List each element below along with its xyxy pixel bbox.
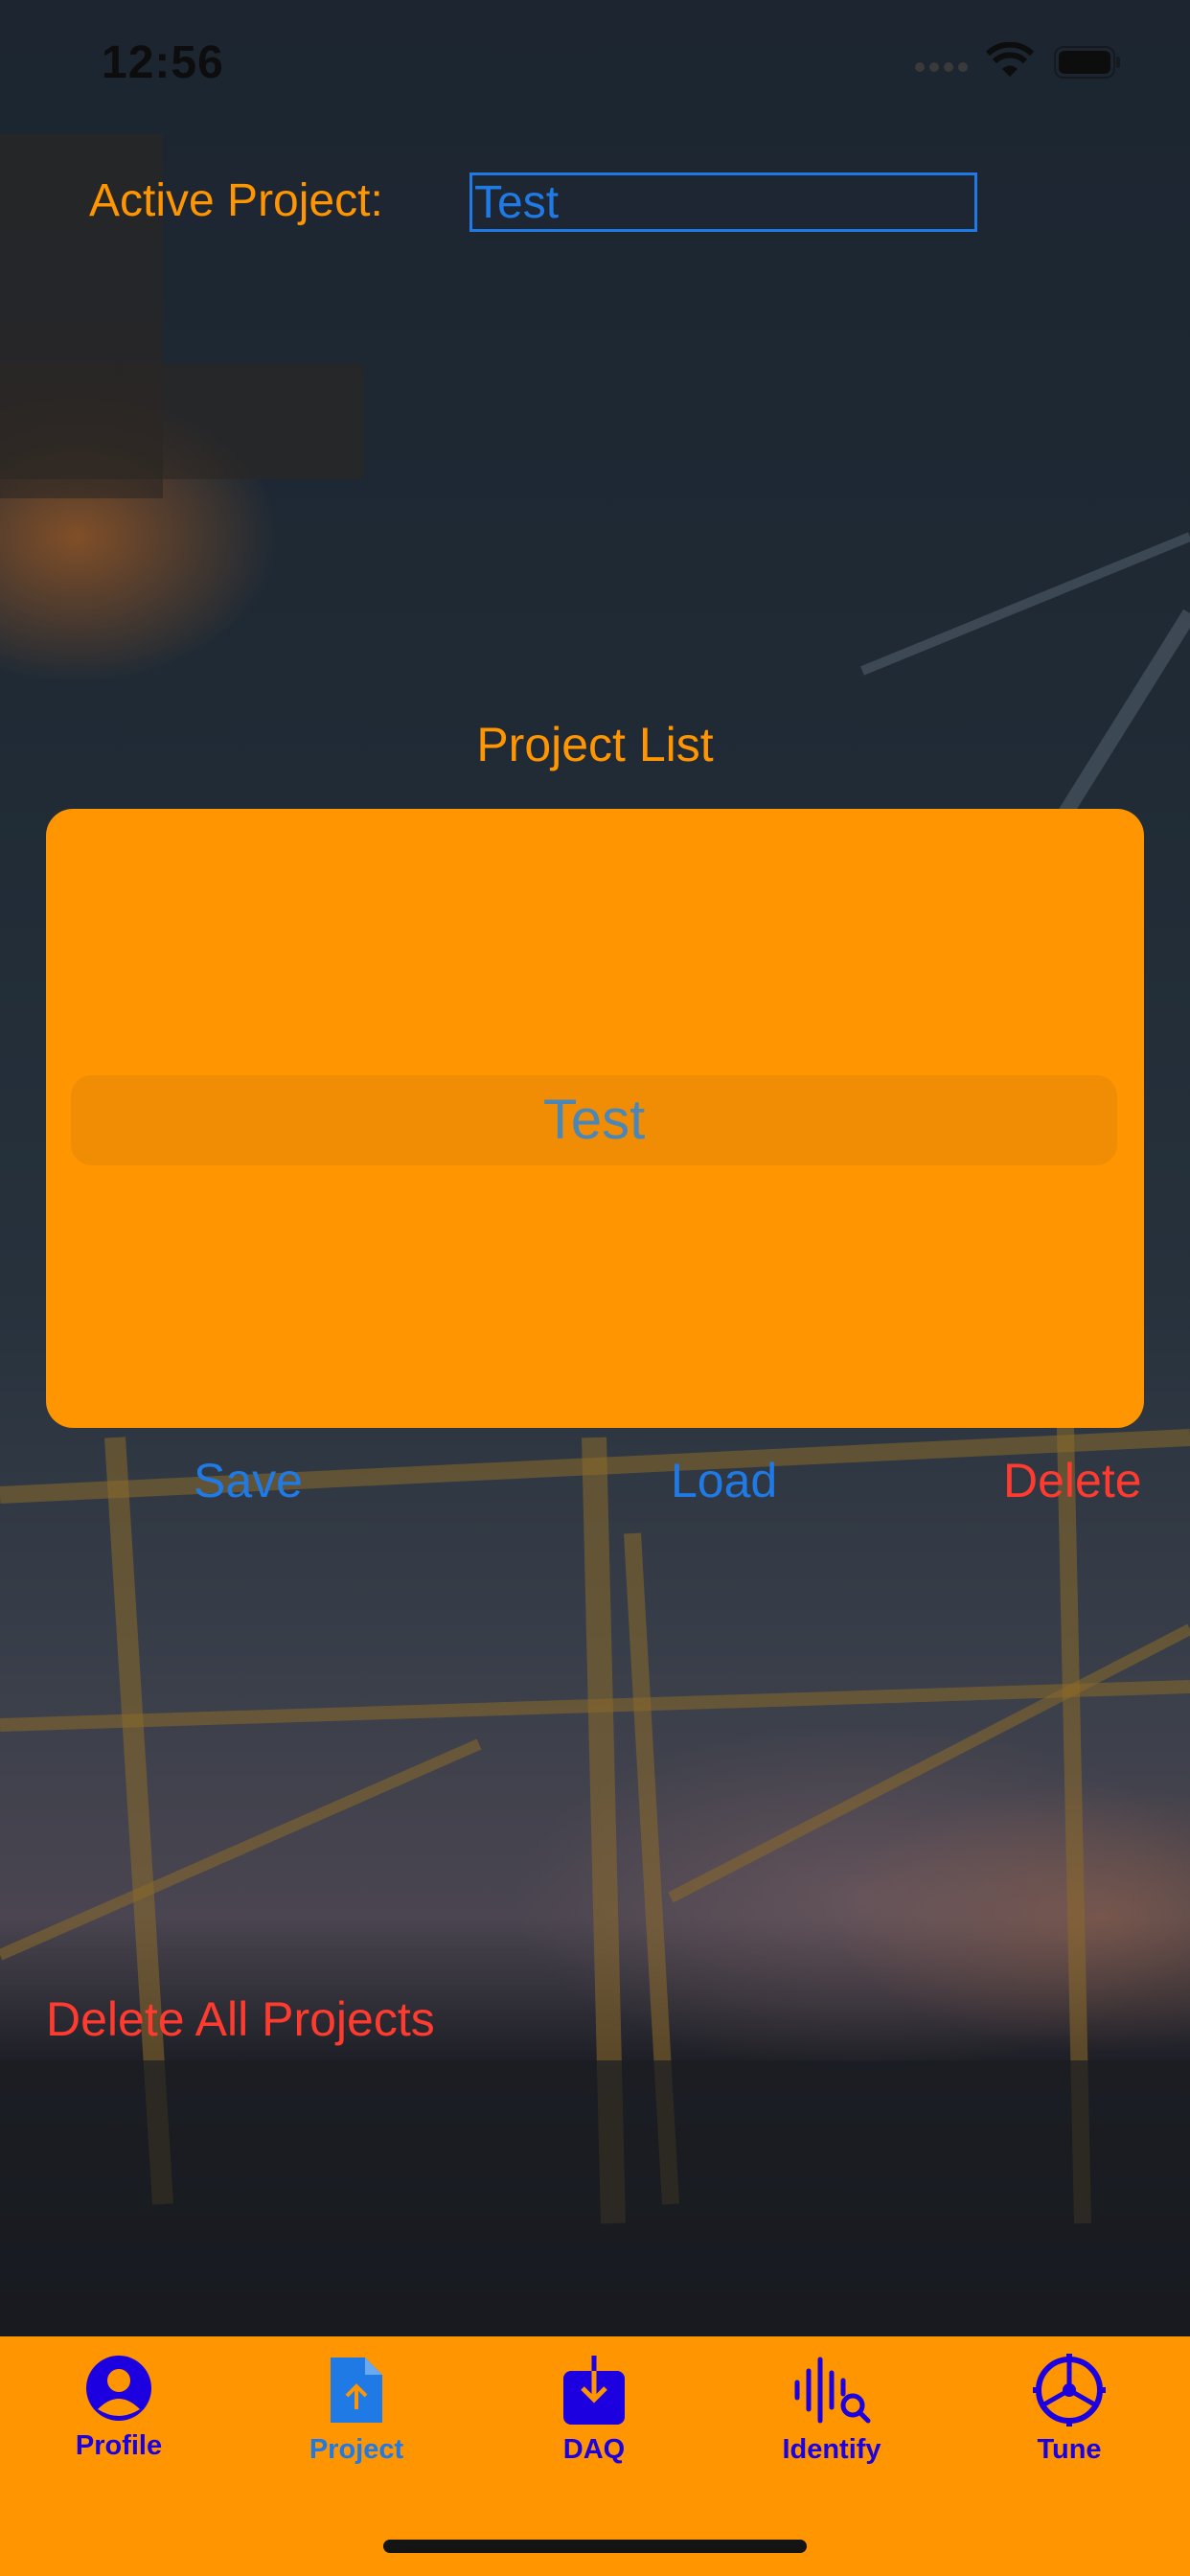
active-project-field[interactable]: [469, 172, 977, 232]
tab-profile-label: Profile: [75, 2430, 163, 2461]
tab-project[interactable]: Project: [261, 2354, 452, 2497]
delete-button[interactable]: Delete: [1003, 1453, 1142, 1508]
home-indicator[interactable]: [383, 2540, 807, 2553]
tab-project-label: Project: [309, 2434, 404, 2465]
cellular-signal-icon: [915, 59, 973, 77]
load-button[interactable]: Load: [671, 1453, 777, 1508]
document-upload-icon: [331, 2358, 382, 2423]
tab-tune-label: Tune: [1037, 2434, 1102, 2465]
tab-tune[interactable]: Tune: [973, 2354, 1165, 2497]
person-circle-icon: [86, 2356, 151, 2421]
wifi-icon: [985, 42, 1035, 77]
picker-row-selected[interactable]: Test: [71, 1075, 1117, 1165]
tab-profile[interactable]: Profile: [23, 2354, 215, 2497]
tab-daq[interactable]: DAQ: [498, 2354, 690, 2497]
project-list-title: Project List: [476, 718, 714, 771]
active-project-label: Active Project:: [89, 175, 383, 226]
delete-all-projects-button[interactable]: Delete All Projects: [46, 1991, 435, 2047]
save-button[interactable]: Save: [194, 1453, 303, 1508]
download-tray-icon: [563, 2356, 625, 2425]
status-time: 12:56: [102, 37, 224, 88]
tab-identify[interactable]: Identify: [736, 2354, 927, 2497]
status-bar: 12:56: [0, 0, 1190, 126]
project-picker[interactable]: Test: [46, 809, 1144, 1428]
tab-daq-label: DAQ: [562, 2434, 626, 2465]
tab-identify-label: Identify: [782, 2434, 881, 2465]
waveform-search-icon: [794, 2357, 871, 2424]
battery-icon: [1054, 46, 1120, 79]
steering-wheel-icon: [1033, 2354, 1106, 2426]
